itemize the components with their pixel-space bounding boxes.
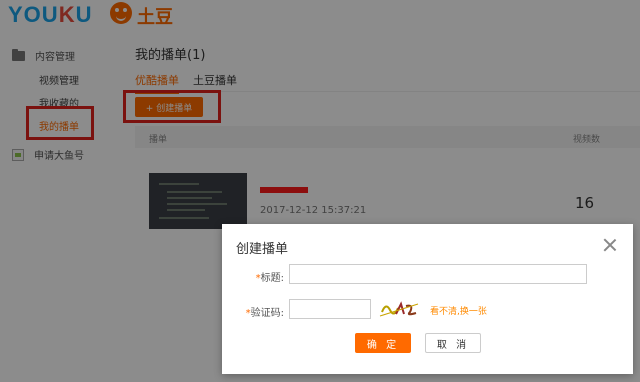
title-input[interactable] — [289, 264, 587, 284]
dialog-title: 创建播单 — [236, 242, 289, 257]
captcha-image[interactable] — [376, 298, 421, 320]
captcha-refresh-link[interactable]: 看不清,换一张 — [430, 304, 487, 317]
close-icon[interactable] — [603, 238, 617, 252]
title-label: *标题: — [255, 273, 284, 284]
captcha-input[interactable] — [289, 299, 371, 319]
captcha-label: *验证码: — [245, 308, 284, 319]
cancel-button[interactable]: 取 消 — [425, 333, 481, 353]
create-playlist-dialog: 创建播单 *标题: *验证码: 看不清,换一张 确 定 取 消 — [222, 224, 633, 374]
confirm-button[interactable]: 确 定 — [355, 333, 411, 353]
